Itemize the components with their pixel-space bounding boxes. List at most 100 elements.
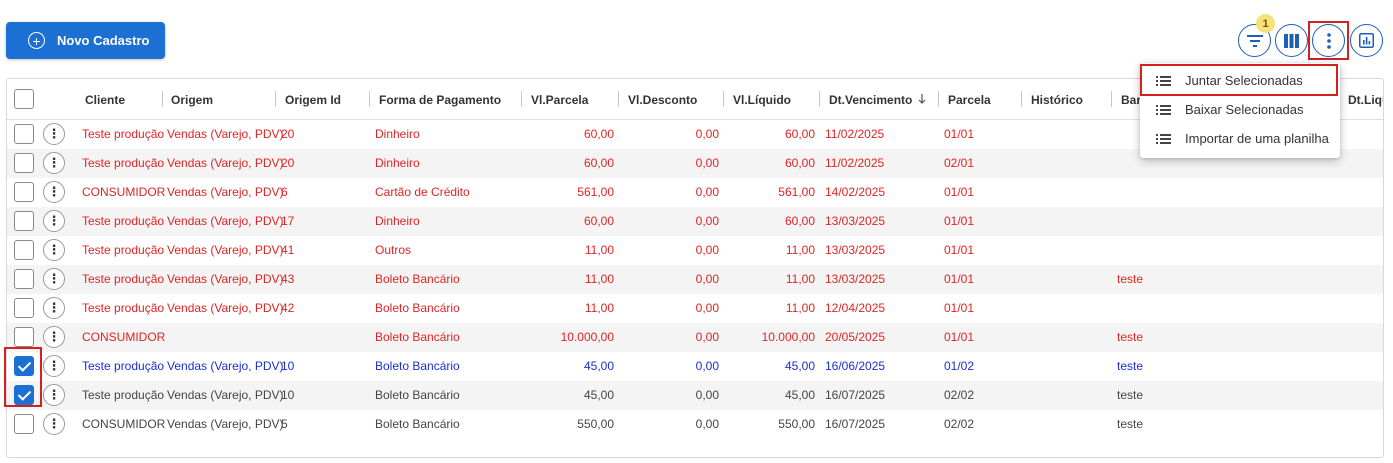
cell-parcela: 02/02 (944, 417, 975, 431)
row-checkbox[interactable] (14, 153, 34, 173)
row-checkbox[interactable] (14, 327, 34, 347)
row-checkbox[interactable] (14, 356, 34, 376)
columns-icon (1284, 33, 1299, 48)
row-checkbox[interactable] (14, 414, 34, 434)
col-header-dt-vencimento[interactable]: Dt.Vencimento (829, 93, 912, 107)
new-record-button[interactable]: + Novo Cadastro (6, 22, 165, 59)
cell-cliente: CONSUMIDOR (82, 185, 166, 199)
cell-banco-historico: teste (1117, 388, 1144, 402)
cell-cliente: Teste produção (82, 388, 165, 402)
table-row[interactable]: ⋮ Teste produção Vendas (Varejo, PDV) 41 Out… (7, 236, 1383, 265)
row-more-icon[interactable]: ⋮ (43, 210, 65, 232)
cell-parcela: 01/02 (944, 359, 975, 373)
cell-cliente: Teste produção (82, 156, 165, 170)
row-more-icon[interactable]: ⋮ (43, 355, 65, 377)
column-divider[interactable] (1021, 91, 1022, 107)
row-more-icon[interactable]: ⋮ (43, 181, 65, 203)
cell-vl-liquido: 60,00 (784, 214, 815, 228)
cell-cliente: CONSUMIDOR (82, 417, 166, 431)
list-icon (1156, 133, 1171, 144)
cell-cliente: Teste produção (82, 127, 165, 141)
column-divider[interactable] (723, 91, 724, 107)
col-header-dt-liquidacao[interactable]: Dt.Liqu (1348, 93, 1383, 107)
col-header-cliente[interactable]: Cliente (85, 93, 125, 107)
row-checkbox[interactable] (14, 298, 34, 318)
cell-parcela: 01/01 (944, 127, 975, 141)
menu-item-juntar-selecionadas[interactable]: Juntar Selecionadas (1140, 66, 1340, 95)
row-more-icon[interactable]: ⋮ (43, 268, 65, 290)
column-divider[interactable] (618, 91, 619, 107)
col-header-vl-liquido[interactable]: Vl.Líquido (733, 93, 791, 107)
table-row[interactable]: ⋮ CONSUMIDOR Boleto Bancário 10.000,00 0,00 1… (7, 323, 1383, 352)
column-divider[interactable] (275, 91, 276, 107)
report-button[interactable] (1350, 24, 1383, 57)
cell-vl-parcela: 11,00 (584, 301, 614, 315)
row-more-icon[interactable]: ⋮ (43, 326, 65, 348)
cell-origem: Vendas (Varejo, PDV) (167, 214, 284, 228)
sort-down-icon[interactable] (918, 94, 926, 104)
cell-vl-liquido: 550,00 (778, 417, 815, 431)
cell-forma-pagamento: Cartão de Crédito (375, 185, 470, 199)
table-row[interactable]: ⋮ Teste produção Vendas (Varejo, PDV) 10 Bol… (7, 352, 1383, 381)
cell-origem-id: 10 (281, 388, 295, 402)
select-all-checkbox[interactable] (14, 89, 34, 109)
row-more-icon[interactable]: ⋮ (43, 384, 65, 406)
cell-vl-liquido: 11,00 (785, 272, 815, 286)
cell-origem: Vendas (Varejo, PDV) (167, 388, 284, 402)
col-header-forma-pagamento[interactable]: Forma de Pagamento (379, 93, 501, 107)
row-more-icon[interactable]: ⋮ (43, 152, 65, 174)
table-row[interactable]: ⋮ CONSUMIDOR Vendas (Varejo, PDV) 6 Cartão d… (7, 178, 1383, 207)
row-more-icon[interactable]: ⋮ (43, 297, 65, 319)
column-divider[interactable] (162, 91, 163, 107)
cell-forma-pagamento: Dinheiro (375, 127, 420, 141)
column-divider[interactable] (938, 91, 939, 107)
row-checkbox[interactable] (14, 211, 34, 231)
cell-parcela: 01/01 (944, 330, 975, 344)
cell-forma-pagamento: Boleto Bancário (375, 330, 460, 344)
table-row[interactable]: ⋮ Teste produção Vendas (Varejo, PDV) 42 Bol… (7, 294, 1383, 323)
cell-vl-desconto: 0,00 (695, 330, 719, 344)
more-vert-icon (1326, 32, 1331, 49)
cell-parcela: 01/01 (944, 272, 975, 286)
col-header-parcela[interactable]: Parcela (948, 93, 991, 107)
menu-item-importar-planilha[interactable]: Importar de uma planilha (1140, 124, 1340, 153)
menu-item-baixar-selecionadas[interactable]: Baixar Selecionadas (1140, 95, 1340, 124)
row-checkbox[interactable] (14, 269, 34, 289)
col-header-origem[interactable]: Origem (171, 93, 213, 107)
row-checkbox[interactable] (14, 182, 34, 202)
cell-vl-desconto: 0,00 (695, 301, 719, 315)
cell-banco-historico: teste (1117, 272, 1144, 286)
table-row[interactable]: ⋮ Teste produção Vendas (Varejo, PDV) 43 Bol… (7, 265, 1383, 294)
row-more-icon[interactable]: ⋮ (43, 413, 65, 435)
cell-cliente: CONSUMIDOR (82, 330, 166, 344)
cell-vl-liquido: 60,00 (784, 127, 815, 141)
columns-button[interactable] (1275, 24, 1308, 57)
cell-origem-id: 42 (281, 301, 295, 315)
cell-vl-parcela: 60,00 (583, 127, 614, 141)
row-checkbox[interactable] (14, 240, 34, 260)
cell-forma-pagamento: Outros (375, 243, 412, 257)
row-checkbox[interactable] (14, 124, 34, 144)
table-row[interactable]: ⋮ CONSUMIDOR Vendas (Varejo, PDV) 5 Boleto B… (7, 410, 1383, 439)
cell-dt-vencimento: 13/03/2025 (825, 243, 886, 257)
column-divider[interactable] (819, 91, 820, 107)
col-header-vl-desconto[interactable]: Vl.Desconto (628, 93, 697, 107)
menu-item-label: Baixar Selecionadas (1185, 102, 1304, 117)
col-header-historico[interactable]: Histórico (1031, 93, 1083, 107)
cell-dt-vencimento: 13/03/2025 (825, 272, 886, 286)
row-checkbox[interactable] (14, 385, 34, 405)
table-row[interactable]: ⋮ Teste produção Vendas (Varejo, PDV) 10 Bol… (7, 381, 1383, 410)
column-divider[interactable] (369, 91, 370, 107)
col-header-vl-parcela[interactable]: Vl.Parcela (531, 93, 588, 107)
row-more-icon[interactable]: ⋮ (43, 123, 65, 145)
cell-banco-historico: teste (1117, 359, 1144, 373)
col-header-origem-id[interactable]: Origem Id (285, 93, 341, 107)
cell-parcela: 02/01 (944, 156, 975, 170)
row-more-icon[interactable]: ⋮ (43, 239, 65, 261)
cell-origem-id: 10 (281, 359, 295, 373)
more-actions-button[interactable] (1312, 24, 1345, 57)
column-divider[interactable] (521, 91, 522, 107)
table-row[interactable]: ⋮ Teste produção Vendas (Varejo, PDV) 17 Din… (7, 207, 1383, 236)
column-divider[interactable] (1111, 91, 1112, 107)
cell-banco-historico: teste (1117, 417, 1144, 431)
